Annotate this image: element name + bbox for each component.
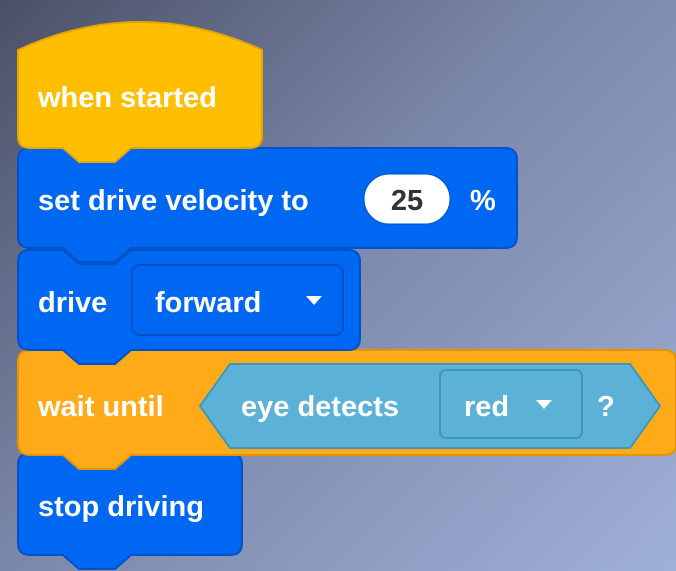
stop-driving-label: stop driving	[38, 491, 204, 523]
velocity-input-value: 25	[391, 185, 423, 217]
direction-dropdown-value: forward	[155, 287, 261, 319]
when-started-label: when started	[37, 82, 217, 114]
set-drive-velocity-label: set drive velocity to	[38, 185, 309, 217]
drive-label: drive	[38, 287, 107, 319]
when-started-block[interactable]: when started	[17, 21, 263, 163]
stop-driving-block[interactable]: stop driving	[17, 452, 243, 570]
direction-dropdown[interactable]: forward	[131, 264, 344, 336]
drive-block[interactable]: drive forward	[17, 249, 361, 365]
code-workspace: stop driving wait until eye detects red …	[17, 21, 676, 570]
question-mark-label: ?	[597, 391, 615, 423]
velocity-input[interactable]: 25	[363, 173, 451, 225]
set-drive-velocity-block[interactable]: set drive velocity to 25 %	[17, 147, 518, 263]
color-dropdown[interactable]: red	[439, 369, 583, 439]
color-dropdown-field	[439, 369, 583, 439]
eye-detects-condition[interactable]: eye detects red ?	[198, 363, 662, 449]
eye-detects-label: eye detects	[241, 391, 399, 423]
color-dropdown-value: red	[464, 391, 509, 423]
wait-until-label: wait until	[37, 391, 164, 423]
percent-unit-label: %	[470, 185, 496, 217]
wait-until-block[interactable]: wait until eye detects red ?	[17, 349, 676, 470]
